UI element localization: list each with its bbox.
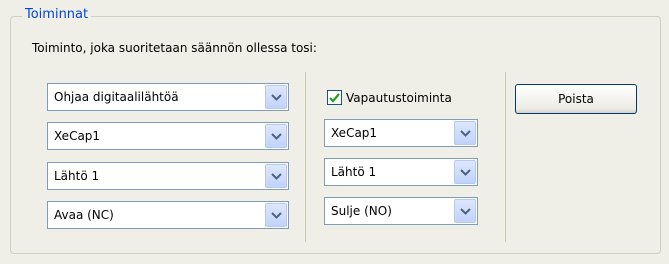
- actions-group-title: Toiminnat: [22, 7, 92, 23]
- column-separator-1: [305, 72, 306, 242]
- release-state-value: Sulje (NO): [331, 204, 392, 218]
- release-state-select[interactable]: Sulje (NO): [324, 197, 478, 225]
- chevron-down-icon[interactable]: [454, 121, 476, 145]
- action-type-select[interactable]: Ohjaa digitaalilähtöä: [47, 83, 289, 111]
- release-action-checkbox[interactable]: [327, 90, 342, 105]
- checkmark-icon: [329, 92, 340, 103]
- instruction-label: Toiminto, joka suoritetaan säännön olles…: [32, 41, 317, 55]
- output-select[interactable]: Lähtö 1: [47, 162, 289, 190]
- release-device-select[interactable]: XeCap1: [324, 119, 478, 147]
- chevron-down-icon[interactable]: [265, 124, 287, 148]
- action-type-value: Ohjaa digitaalilähtöä: [54, 90, 179, 104]
- chevron-down-icon[interactable]: [265, 203, 287, 227]
- release-output-select[interactable]: Lähtö 1: [324, 158, 478, 186]
- release-action-label[interactable]: Vapautustoiminta: [346, 90, 452, 106]
- column-separator-2: [505, 72, 506, 242]
- release-device-value: XeCap1: [331, 126, 378, 140]
- output-value: Lähtö 1: [54, 169, 100, 183]
- chevron-down-icon[interactable]: [265, 85, 287, 109]
- delete-button[interactable]: Poista: [515, 84, 637, 114]
- device-value: XeCap1: [54, 129, 101, 143]
- chevron-down-icon[interactable]: [265, 164, 287, 188]
- device-select[interactable]: XeCap1: [47, 122, 289, 150]
- output-state-select[interactable]: Avaa (NC): [47, 201, 289, 229]
- chevron-down-icon[interactable]: [454, 199, 476, 223]
- release-output-value: Lähtö 1: [331, 165, 377, 179]
- chevron-down-icon[interactable]: [454, 160, 476, 184]
- output-state-value: Avaa (NC): [54, 208, 114, 222]
